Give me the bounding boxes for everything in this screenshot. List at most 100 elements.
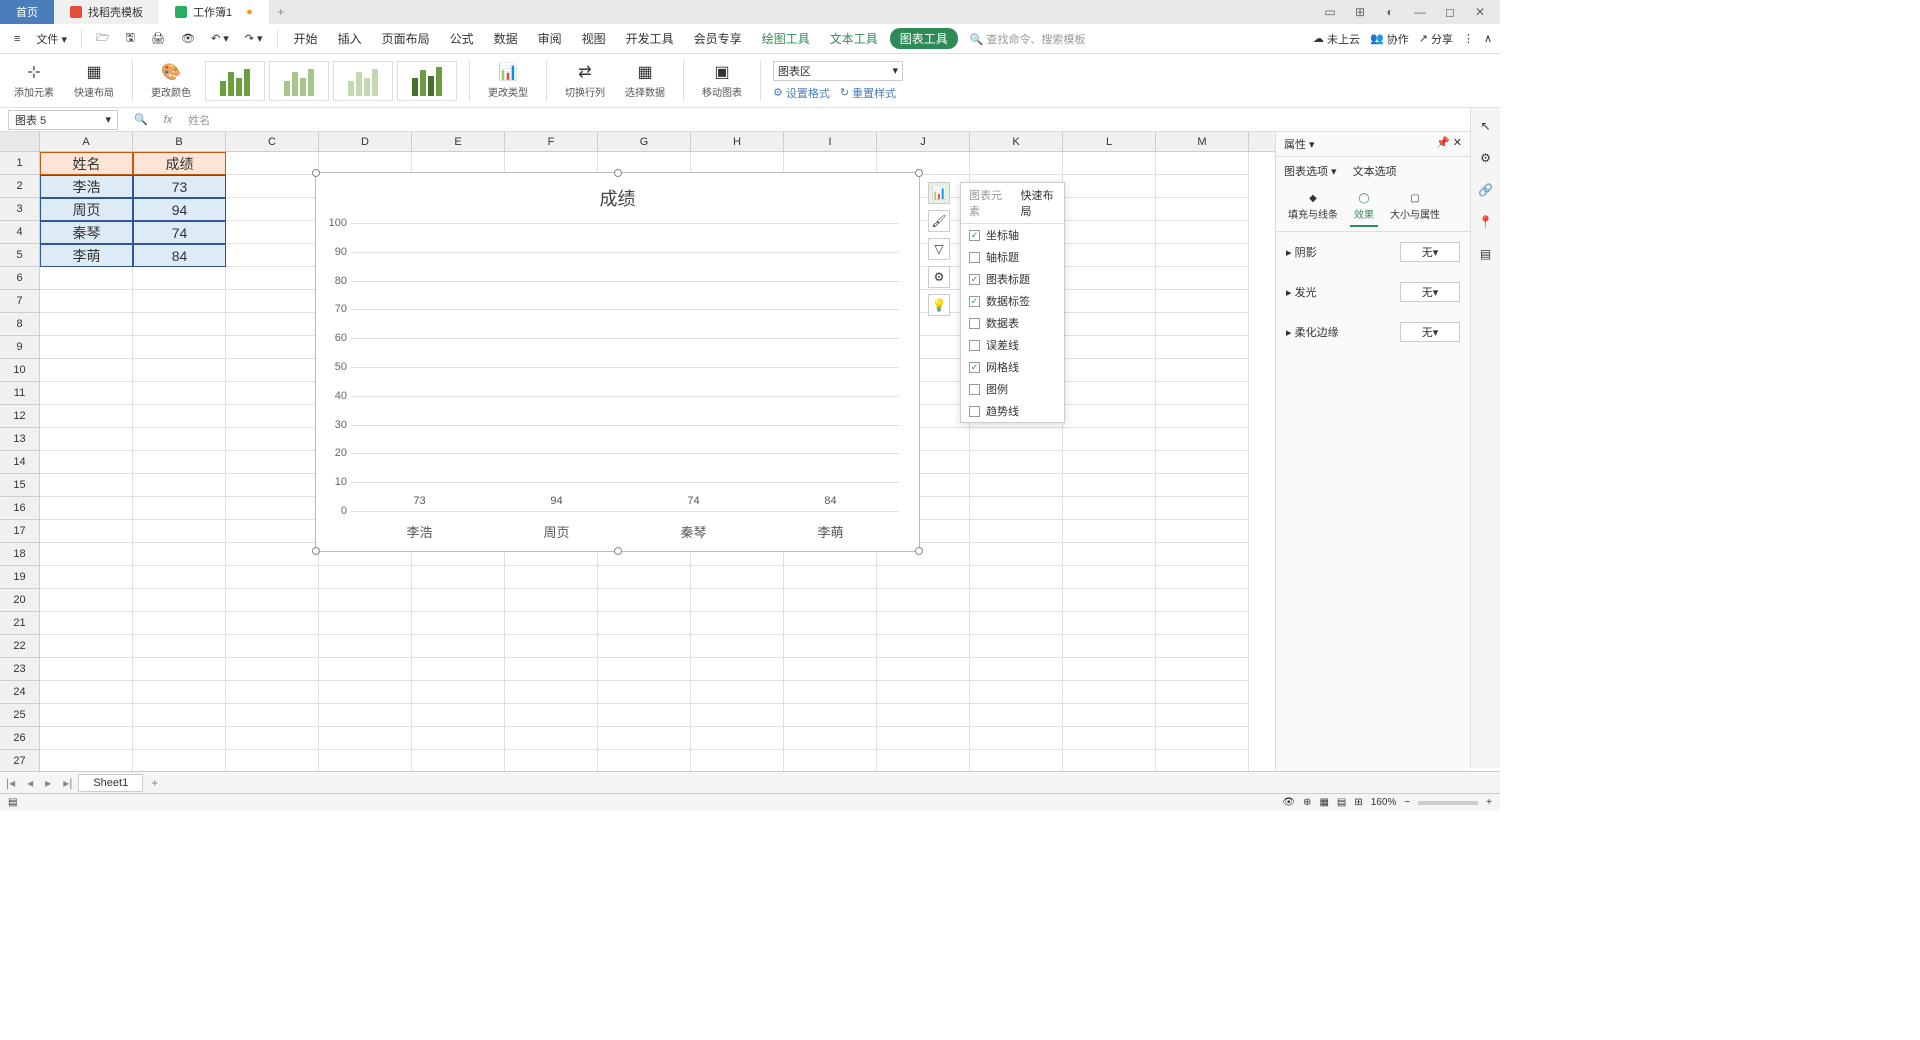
share-button[interactable]: ↗分享 bbox=[1419, 31, 1453, 47]
cell[interactable] bbox=[598, 704, 691, 727]
resize-handle[interactable] bbox=[915, 169, 923, 177]
tab-home[interactable]: 首页 bbox=[0, 0, 54, 24]
chart-preset-1[interactable] bbox=[205, 61, 265, 101]
sidebar-pin-icon[interactable]: 📍 bbox=[1472, 208, 1500, 236]
view-normal-icon[interactable]: ▦ bbox=[1319, 797, 1328, 808]
cell[interactable] bbox=[1156, 635, 1249, 658]
cell[interactable] bbox=[1063, 635, 1156, 658]
cell[interactable] bbox=[226, 428, 319, 451]
cell[interactable] bbox=[226, 290, 319, 313]
cell[interactable] bbox=[319, 589, 412, 612]
reset-style-link[interactable]: ↻ 重置样式 bbox=[840, 85, 896, 101]
cell[interactable] bbox=[970, 658, 1063, 681]
cell[interactable] bbox=[1063, 704, 1156, 727]
cell[interactable] bbox=[598, 612, 691, 635]
zoom-level[interactable]: 160% bbox=[1371, 797, 1397, 808]
ribbon-review[interactable]: 审阅 bbox=[530, 26, 570, 51]
cell[interactable] bbox=[40, 681, 133, 704]
view-eye-icon[interactable]: 👁 bbox=[1282, 797, 1295, 808]
cell[interactable] bbox=[412, 566, 505, 589]
cell[interactable] bbox=[691, 704, 784, 727]
chart-element-checkbox[interactable]: 数据表 bbox=[961, 312, 1064, 334]
cell[interactable] bbox=[877, 750, 970, 773]
row-header[interactable]: 24 bbox=[0, 681, 40, 704]
cell[interactable] bbox=[1156, 566, 1249, 589]
cell[interactable] bbox=[1156, 267, 1249, 290]
col-header[interactable]: L bbox=[1063, 132, 1156, 151]
zoom-in-icon[interactable]: + bbox=[1486, 797, 1492, 808]
row-header[interactable]: 19 bbox=[0, 566, 40, 589]
row-header[interactable]: 6 bbox=[0, 267, 40, 290]
cell[interactable] bbox=[226, 474, 319, 497]
row-header[interactable]: 20 bbox=[0, 589, 40, 612]
cell[interactable]: 周页 bbox=[40, 198, 133, 221]
prop-soft-edge[interactable]: ▸ 柔化边缘 无 ▾ bbox=[1276, 312, 1470, 352]
cell[interactable] bbox=[1156, 152, 1249, 175]
cell[interactable] bbox=[319, 612, 412, 635]
cell[interactable] bbox=[877, 681, 970, 704]
col-header[interactable]: H bbox=[691, 132, 784, 151]
user-icon[interactable]: ◐ bbox=[1380, 2, 1400, 22]
ribbon-view[interactable]: 视图 bbox=[574, 26, 614, 51]
cell[interactable] bbox=[598, 566, 691, 589]
cell[interactable] bbox=[1063, 520, 1156, 543]
cell[interactable] bbox=[226, 612, 319, 635]
row-header[interactable]: 11 bbox=[0, 382, 40, 405]
row-header[interactable]: 27 bbox=[0, 750, 40, 773]
cell[interactable] bbox=[40, 543, 133, 566]
col-header[interactable]: F bbox=[505, 132, 598, 151]
cell[interactable] bbox=[133, 727, 226, 750]
cell[interactable] bbox=[226, 405, 319, 428]
cell[interactable] bbox=[505, 750, 598, 773]
row-header[interactable]: 25 bbox=[0, 704, 40, 727]
cell[interactable] bbox=[1156, 405, 1249, 428]
cell[interactable] bbox=[1156, 750, 1249, 773]
cell[interactable]: 成绩 bbox=[133, 152, 226, 175]
cell[interactable] bbox=[133, 474, 226, 497]
undo-icon[interactable]: ↶ ▾ bbox=[205, 30, 235, 47]
cell[interactable] bbox=[970, 635, 1063, 658]
chart-element-checkbox[interactable]: 误差线 bbox=[961, 334, 1064, 356]
chart-area-selector[interactable]: 图表区▾ bbox=[773, 61, 903, 81]
cell[interactable] bbox=[1063, 428, 1156, 451]
cell[interactable] bbox=[970, 681, 1063, 704]
zoom-slider[interactable] bbox=[1418, 801, 1478, 805]
cell[interactable] bbox=[226, 658, 319, 681]
cell[interactable] bbox=[598, 635, 691, 658]
spreadsheet-grid[interactable]: A B C D E F G H I J K L M 1姓名成绩2李浩733周页9… bbox=[0, 132, 1275, 790]
cell[interactable] bbox=[1063, 612, 1156, 635]
col-header[interactable]: C bbox=[226, 132, 319, 151]
cell[interactable] bbox=[1063, 290, 1156, 313]
cell[interactable] bbox=[1156, 244, 1249, 267]
row-header[interactable]: 18 bbox=[0, 543, 40, 566]
col-header[interactable]: E bbox=[412, 132, 505, 151]
view-break-icon[interactable]: ⊞ bbox=[1354, 797, 1362, 808]
cell[interactable] bbox=[1156, 727, 1249, 750]
cell[interactable] bbox=[226, 520, 319, 543]
cell[interactable] bbox=[970, 612, 1063, 635]
cell[interactable] bbox=[226, 727, 319, 750]
cell[interactable] bbox=[133, 290, 226, 313]
cell[interactable] bbox=[319, 727, 412, 750]
cell[interactable] bbox=[226, 451, 319, 474]
cell[interactable] bbox=[133, 543, 226, 566]
resize-handle[interactable] bbox=[915, 547, 923, 555]
cell[interactable] bbox=[226, 543, 319, 566]
ribbon-text-tools[interactable]: 文本工具 bbox=[822, 26, 886, 51]
row-header[interactable]: 23 bbox=[0, 658, 40, 681]
chart-filter-icon[interactable]: ▽ bbox=[928, 238, 950, 260]
chart-object[interactable]: 成绩 0102030405060708090100 73947484 李浩周页秦… bbox=[315, 172, 920, 552]
cell[interactable] bbox=[877, 566, 970, 589]
cell[interactable] bbox=[226, 497, 319, 520]
cell[interactable] bbox=[784, 566, 877, 589]
chart-settings-icon[interactable]: ⚙ bbox=[928, 266, 950, 288]
cell[interactable] bbox=[691, 750, 784, 773]
fx-icon[interactable]: fx bbox=[156, 114, 181, 126]
cell[interactable] bbox=[877, 658, 970, 681]
resize-handle[interactable] bbox=[614, 547, 622, 555]
cell[interactable] bbox=[40, 635, 133, 658]
col-header[interactable]: G bbox=[598, 132, 691, 151]
tab-templates[interactable]: 找稻壳模板 bbox=[54, 0, 159, 24]
layout-icon[interactable]: ▭ bbox=[1320, 2, 1340, 22]
cell[interactable] bbox=[1156, 589, 1249, 612]
